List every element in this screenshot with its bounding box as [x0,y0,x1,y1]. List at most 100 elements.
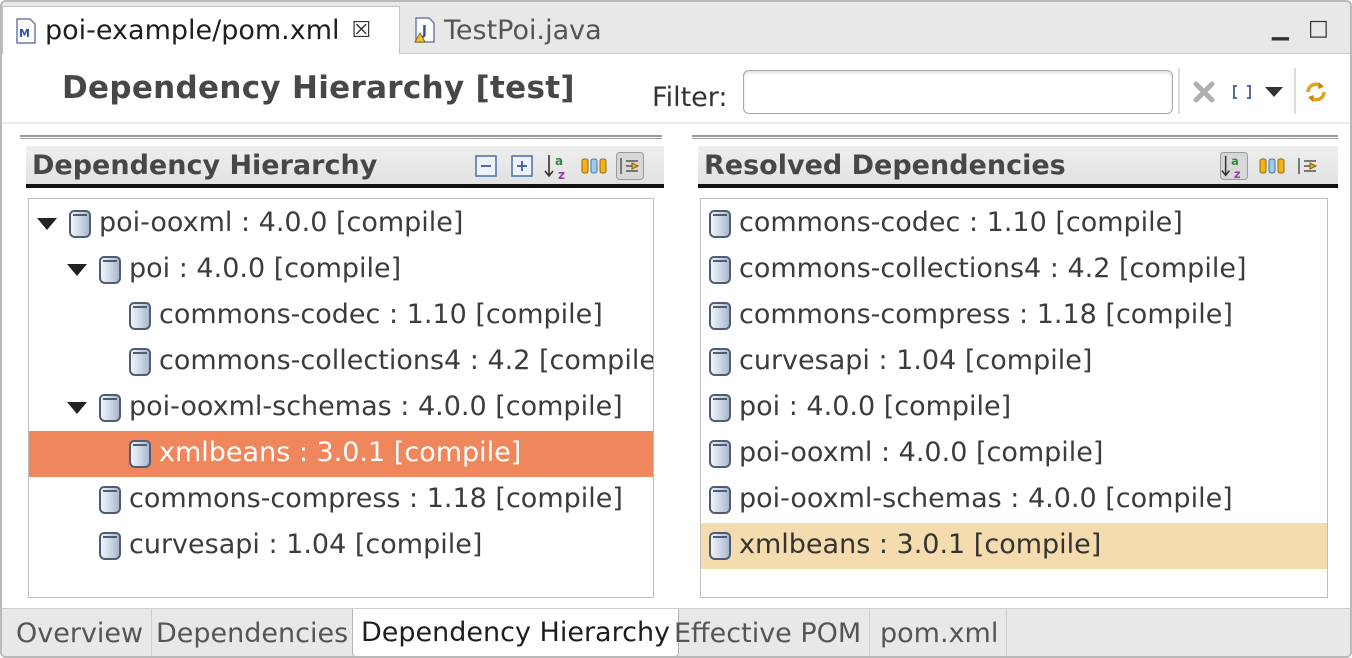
artifact-version-scope: : 1.18 [compile] [400,483,623,514]
tab-pom-xml[interactable]: pom.xml [872,609,1008,656]
artifact-version-scope: : 3.0.1 [compile] [870,529,1102,560]
expanded-arrow-icon[interactable] [67,402,87,414]
artifact-name: commons-compress [739,299,1011,330]
sort-az-icon[interactable]: az [1220,152,1248,180]
artifact-version-scope: : 4.0.0 [compile] [872,437,1104,468]
artifact-version-scope: : 4.0.0 [compile] [232,207,464,238]
tree-row[interactable]: commons-compress : 1.18 [compile] [701,293,1327,339]
artifact-version-scope: : 4.0.0 [compile] [170,253,402,284]
dependency-label: poi-ooxml : 4.0.0 [compile] [739,437,1103,468]
maximize-icon[interactable]: □ [1308,16,1329,41]
tree-row[interactable]: poi : 4.0.0 [compile] [701,385,1327,431]
tree-row[interactable]: commons-codec : 1.10 [compile] [701,201,1327,247]
dependency-label: xmlbeans : 3.0.1 [compile] [739,529,1101,560]
editor-tab-bar: M poi-example/pom.xml ☒ J TestPoi.java ▁… [2,2,1350,54]
collapse-all-icon[interactable] [472,152,500,180]
refresh-icon[interactable] [1302,78,1330,106]
link-with-selection-icon[interactable] [616,152,644,180]
tree-row[interactable]: commons-compress : 1.18 [compile] [29,477,653,523]
panel-rule [692,135,1338,139]
tab-dependencies[interactable]: Dependencies [148,609,358,656]
dependency-label: poi : 4.0.0 [compile] [129,253,401,284]
maven-pom-icon: M [15,17,37,44]
tree-row[interactable]: curvesapi : 1.04 [compile] [701,339,1327,385]
editor-tab-label: poi-example/pom.xml [45,15,340,46]
jar-icon [709,532,731,560]
tab-dependency-hierarchy[interactable]: Dependency Hierarchy [352,609,680,656]
dependency-label: commons-codec : 1.10 [compile] [159,299,603,330]
tab-overview[interactable]: Overview [8,609,153,656]
artifact-version-scope: : 4.2 [compile] [1041,253,1247,284]
highlighted-list-row[interactable]: xmlbeans : 3.0.1 [compile] [701,523,1327,569]
pom-editor-page-tabs: Overview Dependencies Dependency Hierarc… [2,608,1350,656]
expand-all-icon[interactable] [508,152,536,180]
dependency-label: poi-ooxml : 4.0.0 [compile] [99,207,463,238]
jar-icon [129,440,151,468]
editor-tab-testpoi-java[interactable]: J TestPoi.java [402,6,622,54]
dependency-label: poi : 4.0.0 [compile] [739,391,1011,422]
tree-row[interactable]: poi-ooxml : 4.0.0 [compile] [701,431,1327,477]
jar-icon [709,210,731,238]
tree-row[interactable]: commons-collections4 : 4.2 [compile] [29,339,653,385]
header-divider [2,122,1350,124]
artifact-version-scope: : 3.0.1 [compile] [290,437,522,468]
sort-az-icon[interactable]: az [544,152,572,180]
jar-icon [709,256,731,284]
jar-icon [709,302,731,330]
expanded-arrow-icon[interactable] [67,264,87,276]
artifact-name: poi [739,391,781,422]
panel-title: Resolved Dependencies [704,150,1066,181]
artifact-version-scope: : 1.10 [compile] [380,299,603,330]
artifact-name: curvesapi [739,345,870,376]
expanded-arrow-icon[interactable] [37,218,57,230]
tree-row[interactable]: poi-ooxml-schemas : 4.0.0 [compile] [701,477,1327,523]
editor-tab-pom-xml[interactable]: M poi-example/pom.xml ☒ [2,6,400,54]
tree-row[interactable]: poi-ooxml : 4.0.0 [compile] [29,201,653,247]
show-group-id-icon[interactable] [580,152,608,180]
java-file-warning-icon: J [414,17,436,43]
artifact-version-scope: : 1.04 [compile] [259,529,483,560]
artifact-version-scope: : 4.0.0 [compile] [391,391,623,422]
toolbar-separator [1178,68,1180,114]
tree-row[interactable]: curvesapi : 1.04 [compile] [29,523,653,569]
resolved-dependencies-panel-header: Resolved Dependencies az [698,146,1338,188]
close-icon[interactable]: ☒ [352,18,372,43]
artifact-version-scope: : 1.04 [compile] [869,345,1093,376]
tree-row[interactable]: commons-collections4 : 4.2 [compile] [701,247,1327,293]
artifact-name: poi-ooxml-schemas [129,391,392,422]
svg-text:z: z [558,168,565,180]
panel-title: Dependency Hierarchy [32,150,378,181]
dependency-label: commons-collections4 : 4.2 [compile] [739,253,1246,284]
chevron-down-icon[interactable] [1260,78,1288,106]
dependency-label: commons-compress : 1.18 [compile] [739,299,1233,330]
resolved-dependencies-list[interactable]: commons-codec : 1.10 [compile] commons-co… [700,198,1328,598]
tab-effective-pom[interactable]: Effective POM [666,609,871,656]
link-with-selection-icon[interactable] [1294,152,1322,180]
dependency-label: curvesapi : 1.04 [compile] [739,345,1092,376]
jar-icon [99,486,121,514]
artifact-version-scope: : 1.18 [compile] [1010,299,1233,330]
artifact-name: poi-ooxml [99,207,233,238]
clear-filter-icon[interactable] [1190,78,1218,106]
filter-mode-icon[interactable] [1228,78,1256,106]
jar-icon [709,394,731,422]
artifact-name: xmlbeans [159,437,291,468]
tree-row[interactable]: commons-codec : 1.10 [compile] [29,293,653,339]
selected-tree-row[interactable]: xmlbeans : 3.0.1 [compile] [29,431,653,477]
dependency-hierarchy-tree[interactable]: poi-ooxml : 4.0.0 [compile] poi : 4.0.0 [… [28,198,654,598]
dependency-label: commons-compress : 1.18 [compile] [129,483,623,514]
artifact-version-scope: : 4.0.0 [compile] [1001,483,1233,514]
minimize-icon[interactable]: ▁ [1272,16,1289,41]
dependency-hierarchy-panel-header: Dependency Hierarchy az [26,146,664,188]
tree-row[interactable]: poi-ooxml-schemas : 4.0.0 [compile] [29,385,653,431]
show-group-id-icon[interactable] [1258,152,1286,180]
artifact-name: commons-codec [739,207,961,238]
artifact-name: xmlbeans [739,529,871,560]
toolbar-separator [1294,68,1296,114]
svg-text:z: z [1234,168,1240,179]
jar-icon [709,486,731,514]
filter-input[interactable] [743,70,1173,114]
jar-icon [99,394,121,422]
editor-tab-label: TestPoi.java [444,14,602,46]
tree-row[interactable]: poi : 4.0.0 [compile] [29,247,653,293]
